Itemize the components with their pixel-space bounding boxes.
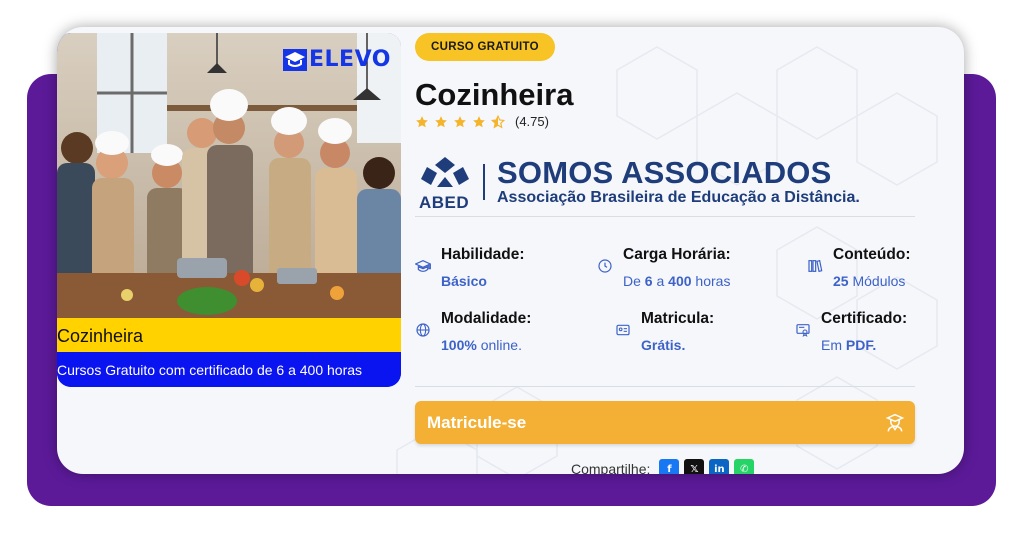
star-icon: [454, 115, 466, 127]
association-subtitle: Associação Brasileira de Educação a Dist…: [497, 189, 860, 206]
carga-max: 400: [668, 273, 692, 289]
carga-mid: a: [652, 273, 669, 289]
info-conteudo: Conteúdo: 25 Módulos: [807, 246, 910, 289]
whatsapp-share-button[interactable]: ✆: [734, 459, 755, 475]
association-title: SOMOS ASSOCIADOS: [497, 155, 832, 190]
conteudo-count: 25: [833, 273, 849, 289]
elevo-logo-icon: [283, 48, 307, 71]
abed-association: ABED SOMOS ASSOCIADOS Associação Brasile…: [417, 153, 860, 213]
abed-emblem-icon: [421, 157, 469, 187]
page: ELEVO Cozinheira Cursos Gratuito com cer…: [0, 0, 1024, 536]
habilidade-value: Básico: [441, 273, 525, 289]
abed-acronym: ABED: [419, 193, 470, 212]
certificado-strong: PDF.: [845, 337, 877, 353]
modalidade-label: Modalidade:: [441, 310, 532, 327]
linkedin-icon: in: [714, 463, 725, 475]
carga-min: 6: [644, 273, 653, 289]
share-label: Compartilhe:: [571, 461, 651, 474]
graduation-cap-icon: [415, 260, 431, 272]
x-share-button[interactable]: 𝕏: [684, 459, 705, 475]
matricula-label: Matricula:: [641, 310, 715, 327]
course-image[interactable]: ELEVO Cozinheira Cursos Gratuito com cer…: [57, 33, 401, 387]
rating: (4.75): [415, 114, 549, 129]
star-icon: [473, 115, 485, 127]
habilidade-label: Habilidade:: [441, 246, 525, 263]
matricula-value: Grátis.: [641, 337, 714, 353]
course-card: ELEVO Cozinheira Cursos Gratuito com cer…: [57, 27, 964, 474]
modalidade-strong: 100%: [441, 337, 477, 353]
certificado-value: Em PDF.: [821, 337, 907, 353]
carga-value: De 6 a 400 horas: [623, 273, 731, 289]
info-certificado: Certificado: Em PDF.: [795, 310, 907, 353]
conteudo-value: 25 Módulos: [833, 273, 910, 289]
cooking-class-photo: [57, 33, 401, 318]
enroll-button-label: Matricule-se: [427, 412, 527, 432]
books-icon: [808, 259, 823, 273]
certificado-label: Certificado:: [821, 310, 908, 327]
info-carga-horaria: Carga Horária: De 6 a 400 horas: [597, 246, 731, 289]
facebook-share-button[interactable]: f: [659, 459, 680, 475]
share-row: Compartilhe: f 𝕏 in ✆: [571, 459, 755, 475]
association-divider: [483, 164, 485, 200]
divider: [415, 216, 915, 217]
star-half-icon: [491, 114, 505, 128]
info-modalidade: Modalidade: 100% online.: [415, 310, 531, 353]
elevo-logo-text: ELEVO: [309, 47, 391, 72]
rating-value: (4.75): [515, 114, 549, 129]
modalidade-suffix: online.: [476, 337, 522, 353]
carga-label: Carga Horária:: [623, 246, 731, 263]
info-matricula: Matricula: Grátis.: [615, 310, 714, 353]
carga-suffix: horas: [691, 273, 731, 289]
star-icon: [435, 115, 447, 127]
abed-logo: ABED: [417, 153, 473, 212]
image-subtitle: Cursos Gratuito com certificado de 6 a 4…: [57, 352, 401, 387]
facebook-icon: f: [667, 463, 672, 475]
enroll-button[interactable]: Matricule-se: [415, 401, 915, 444]
course-title: Cozinheira: [415, 77, 574, 112]
x-icon: 𝕏: [690, 463, 699, 475]
conteudo-label: Conteúdo:: [833, 246, 911, 263]
image-title: Cozinheira: [57, 318, 401, 352]
modalidade-value: 100% online.: [441, 337, 531, 353]
id-card-icon: [616, 324, 630, 336]
free-course-badge: CURSO GRATUITO: [415, 33, 555, 61]
certificate-icon: [796, 324, 810, 337]
elevo-logo: ELEVO: [283, 47, 391, 72]
habilidade-value-text: Básico: [441, 273, 487, 289]
certificado-prefix: Em: [821, 337, 846, 353]
conteudo-suffix: Módulos: [848, 273, 906, 289]
matricula-value-text: Grátis.: [641, 337, 686, 353]
student-icon: [885, 413, 905, 431]
carga-prefix: De: [623, 273, 645, 289]
linkedin-share-button[interactable]: in: [709, 459, 730, 475]
star-icon: [416, 115, 428, 127]
divider: [415, 386, 915, 387]
whatsapp-icon: ✆: [740, 463, 749, 475]
info-habilidade: Habilidade: Básico: [415, 246, 525, 289]
clock-icon: [598, 259, 612, 273]
globe-icon: [416, 323, 430, 337]
